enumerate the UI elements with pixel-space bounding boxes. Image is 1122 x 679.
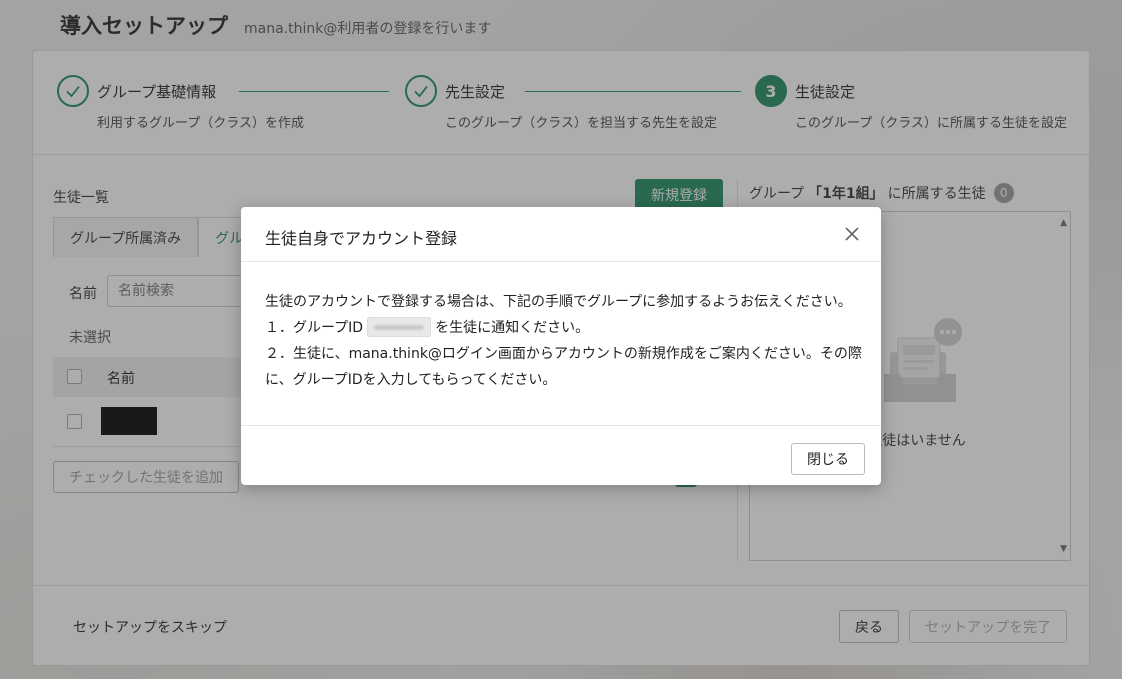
modal-header: 生徒自身でアカウント登録 [241, 207, 881, 262]
instruction-text: 生徒のアカウントで登録する場合は、下記の手順でグループに参加するようお伝えくださ… [265, 294, 852, 310]
modal-body: 生徒のアカウントで登録する場合は、下記の手順でグループに参加するようお伝えくださ… [265, 289, 862, 393]
self-registration-modal: 生徒自身でアカウント登録 生徒のアカウントで登録する場合は、下記の手順でグループ… [241, 207, 881, 485]
modal-close-button[interactable]: 閉じる [791, 443, 865, 475]
instruction-step-1: １．グループID を生徒に通知ください。 [265, 315, 861, 341]
instruction-step-2: ２．生徒に、mana.think@ログイン画面からアカウントの新規作成をご案内く… [265, 346, 862, 362]
instruction-step-2-cont: に、グループIDを入力してもらってください。 [265, 372, 557, 388]
redacted-group-id [367, 317, 432, 337]
close-icon[interactable] [843, 225, 861, 243]
modal-title: 生徒自身でアカウント登録 [265, 229, 458, 248]
modal-footer-divider [241, 425, 881, 426]
instruction-step-1-prefix: １．グループID [265, 320, 364, 336]
instruction-step-1-suffix: を生徒に通知ください。 [435, 320, 590, 336]
